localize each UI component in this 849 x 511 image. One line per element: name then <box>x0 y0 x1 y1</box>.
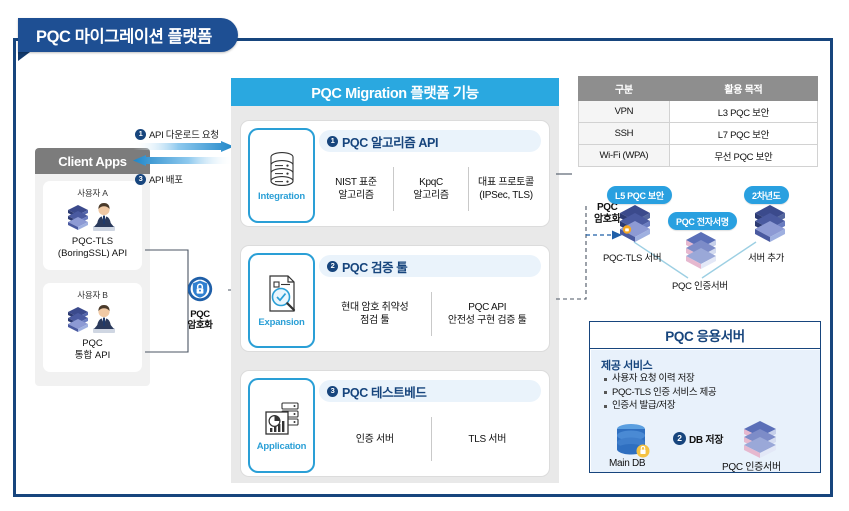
feature-1-number: 1 <box>327 135 338 147</box>
feature-3-number: 3 <box>327 385 338 397</box>
pqc-enc-line1: PQC <box>190 309 210 320</box>
table-header-0: 구분 <box>578 76 670 101</box>
lock-shield-icon <box>187 276 213 302</box>
feature-block-3: Application 3 PQC 테스트베드 인증 서버 TLS 서버 <box>240 370 550 477</box>
step-2-badge: 2 <box>673 432 686 445</box>
client-card-a: 사용자 A PQC-TLS (BoringSSL) API <box>43 181 142 270</box>
page-title: PQC 마이그레이션 플랫폼 <box>18 18 238 52</box>
pqc-cert-server-icon <box>686 232 716 269</box>
feature-2-columns: 현대 암호 취약성 점검 툴 PQC API 안전성 구현 검증 툴 <box>319 286 543 342</box>
user-server-icon <box>64 200 122 234</box>
pqc-cert-server-label: PQC 인증서버 <box>672 281 728 292</box>
pqc-encryption-label: PQC 암호화 <box>178 309 222 331</box>
step-1-badge: 1 <box>135 128 146 140</box>
main-db-label: Main DB <box>609 458 646 469</box>
feature-3-icon-caption: Application <box>256 440 307 452</box>
flow-download-label: 1 API 다운로드 요청 <box>135 127 219 141</box>
table-cell: L3 PQC 보안 <box>668 100 819 123</box>
table-header-row: 구분 활용 목적 <box>578 76 819 101</box>
table-cell: Wi-Fi (WPA) <box>578 144 670 167</box>
badge-l5-pqc-security: L5 PQC 보안 <box>607 186 672 204</box>
feature-3-col-2: TLS 서버 <box>468 433 507 445</box>
feature-2-col-1: 현대 암호 취약성 점검 툴 <box>341 302 409 326</box>
services-list: 사용자 요청 이력 저장 PQC-TLS 인증 서비스 제공 인증서 발급/저장 <box>603 372 813 413</box>
feature-1-icon-caption: Integration <box>258 190 305 202</box>
feature-2-title-text: PQC 검증 툴 <box>342 260 408 275</box>
list-item: PQC-TLS 인증 서비스 제공 <box>603 386 813 400</box>
app-server-title: PQC 응용서버 <box>589 321 821 349</box>
db-save-text: DB 저장 <box>689 435 724 446</box>
pqc-encryption-node: PQC 암호화 <box>178 276 222 331</box>
feature-1-col-2: KpqC 알고리즘 <box>413 177 449 201</box>
list-item: 인증서 발급/저장 <box>603 399 813 413</box>
document-magnifier-icon <box>268 274 295 312</box>
feature-3-title-text: PQC 테스트베드 <box>342 385 427 400</box>
db-save-step: 2 DB 저장 <box>673 431 723 446</box>
badge-pqc-signature: PQC 전자서명 <box>668 212 737 230</box>
feature-2-col-2: PQC API 안전성 구현 검증 툴 <box>447 302 527 326</box>
badge-year-2: 2차년도 <box>744 186 789 204</box>
client-a-user: 사용자 A <box>77 188 108 198</box>
server-enc-line2: 암호화 <box>594 214 621 225</box>
client-a-name-line1: PQC-TLS <box>71 236 114 247</box>
feature-2-title: 2 PQC 검증 툴 <box>319 255 541 277</box>
feature-1-title: 1 PQC 알고리즘 API <box>319 130 541 152</box>
feature-block-2: Expansion 2 PQC 검증 툴 현대 암호 취약성 점검 툴 PQC … <box>240 245 550 352</box>
flow-download-text: API 다운로드 요청 <box>149 130 219 141</box>
analytics-chart-icon <box>264 401 299 435</box>
feature-2-icon-box: Expansion <box>248 253 315 348</box>
feature-3-title: 3 PQC 테스트베드 <box>319 380 541 402</box>
feature-1-columns: NIST 표준 알고리즘 KpqC 알고리즘 대표 프로토콜 (IPSec, T… <box>319 161 543 217</box>
client-a-name-line2: (BoringSSL) API <box>57 247 128 259</box>
feature-1-icon-box: Integration <box>248 128 315 223</box>
client-card-b: 사용자 B PQC 통합 API <box>43 283 142 372</box>
table-header-1: 활용 목적 <box>668 76 819 101</box>
feature-3-icon-box: Application <box>248 378 315 473</box>
table-cell: VPN <box>578 100 670 123</box>
feature-1-title-text: PQC 알고리즘 API <box>342 135 439 150</box>
feature-3-columns: 인증 서버 TLS 서버 <box>319 411 543 467</box>
list-item: 사용자 요청 이력 저장 <box>603 372 813 386</box>
feature-1-col-3: 대표 프로토콜 (IPSec, TLS) <box>478 177 534 201</box>
cert-server-label: PQC 인증서버 <box>722 462 781 473</box>
platform-header: PQC Migration 플랫폼 기능 <box>231 78 559 106</box>
services-title: 제공 서비스 <box>601 360 653 372</box>
feature-3-col-1: 인증 서버 <box>355 433 394 445</box>
usage-table: 구분 활용 목적 VPN L3 PQC 보안 SSH L7 PQC 보안 Wi-… <box>578 76 819 167</box>
table-cell: L7 PQC 보안 <box>668 122 819 145</box>
table-row: VPN L3 PQC 보안 <box>578 100 819 123</box>
pqc-cert-server-icon <box>744 421 776 458</box>
client-b-name-line2: 통합 API <box>74 349 111 361</box>
pqc-tls-server-label: PQC-TLS 서버 <box>603 253 662 264</box>
client-b-name: PQC 통합 API <box>75 338 110 361</box>
feature-block-1: Integration 1 PQC 알고리즘 API NIST 표준 알고리즘 … <box>240 120 550 227</box>
feature-2-icon-caption: Expansion <box>258 316 305 328</box>
feature-2-number: 2 <box>327 260 338 272</box>
table-cell: SSH <box>578 122 670 145</box>
client-b-name-line1: PQC <box>82 338 103 349</box>
table-row: SSH L7 PQC 보안 <box>578 122 819 145</box>
table-cell: 무선 PQC 보안 <box>668 144 819 167</box>
user-server-icon <box>64 302 122 336</box>
database-stack-icon <box>269 151 294 186</box>
feature-1-col-1: NIST 표준 알고리즘 <box>335 177 377 201</box>
client-b-user: 사용자 B <box>77 290 108 300</box>
pqc-enc-line2: 암호화 <box>187 320 213 331</box>
pqc-tls-server-icon <box>620 205 650 242</box>
main-db-icon <box>617 424 650 458</box>
client-a-name: PQC-TLS (BoringSSL) API <box>58 236 127 259</box>
server-encryption-label: PQC 암호화 <box>594 202 621 226</box>
table-row: Wi-Fi (WPA) 무선 PQC 보안 <box>578 144 819 167</box>
added-server-label: 서버 추가 <box>748 253 785 264</box>
added-server-icon <box>755 205 785 242</box>
